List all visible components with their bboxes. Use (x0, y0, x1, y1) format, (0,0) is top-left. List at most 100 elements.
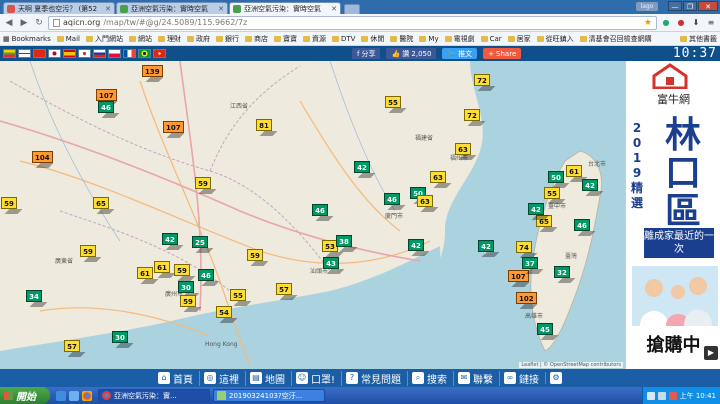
aqi-marker[interactable]: 38 (336, 235, 352, 247)
taskbar-item[interactable]: 20190324103?空汙... (213, 389, 325, 402)
aqi-marker[interactable]: 63 (455, 143, 471, 155)
security-icon[interactable] (668, 391, 677, 400)
flag-fr-icon[interactable] (123, 49, 136, 58)
bookmark-item[interactable]: 寶寶 (273, 34, 297, 44)
flag-jp-icon[interactable] (48, 49, 61, 58)
aqi-marker[interactable]: 55 (230, 289, 246, 301)
ie-icon[interactable] (56, 390, 66, 401)
aqi-marker[interactable]: 63 (430, 171, 446, 183)
aqi-marker[interactable]: 25 (192, 236, 208, 248)
bookmark-item[interactable]: Mail (56, 35, 80, 43)
aqi-marker[interactable]: 34 (26, 290, 42, 302)
nav-map[interactable]: ▤ 地圖 (244, 370, 289, 386)
bookmark-item[interactable]: 銀行 (215, 34, 239, 44)
network-icon[interactable] (646, 391, 655, 400)
nav-faq[interactable]: ? 常見問題 (341, 370, 405, 386)
aqi-marker[interactable]: 42 (528, 203, 544, 215)
nav-here[interactable]: ◎ 這裡 (198, 370, 243, 386)
tab-close-icon[interactable]: ✕ (105, 5, 111, 13)
aqi-marker[interactable]: 139 (142, 65, 163, 77)
profile-chip[interactable]: lago (636, 2, 658, 11)
aqi-marker[interactable]: 72 (464, 109, 480, 121)
aqi-marker[interactable]: 57 (64, 340, 80, 352)
bookmark-item[interactable]: 清基會召回檢查網購 (579, 34, 652, 44)
aqi-marker[interactable]: 61 (154, 261, 170, 273)
aqi-marker[interactable]: 46 (98, 101, 114, 113)
aqi-marker[interactable]: 59 (1, 197, 17, 209)
aqi-marker[interactable]: 43 (323, 257, 339, 269)
aqi-marker[interactable]: 65 (93, 197, 109, 209)
aqi-marker[interactable]: 55 (544, 187, 560, 199)
aqi-marker[interactable]: 42 (408, 239, 424, 251)
aqi-marker[interactable]: 59 (195, 177, 211, 189)
flag-ru-icon[interactable] (93, 49, 106, 58)
bookmark-item[interactable]: 資源 (302, 34, 326, 44)
aqi-marker[interactable]: 102 (516, 292, 537, 304)
bookmark-item[interactable]: 政府 (186, 34, 210, 44)
reload-icon[interactable]: ↻ (33, 17, 45, 29)
aqi-marker[interactable]: 72 (474, 74, 490, 86)
tab-close-icon[interactable]: ✕ (331, 5, 337, 13)
real-estate-ad[interactable]: 富牛網 2 0 1 9 精 選 林 口 區 離成家最近的一次 搶購中 ▶ (625, 61, 720, 369)
nav-search[interactable]: ⌕ 搜索 (407, 370, 451, 386)
flag-gb-icon[interactable] (18, 49, 31, 58)
tab-close-icon[interactable]: ✕ (218, 5, 224, 13)
aqi-marker[interactable]: 46 (312, 204, 328, 216)
restore-button[interactable]: ❐ (683, 1, 697, 11)
taskbar-item[interactable]: 亞洲空氣污染：實... (98, 389, 210, 402)
nav-home[interactable]: ⌂ 首頁 (154, 371, 197, 386)
facebook-share-button[interactable]: f 分享 (352, 48, 381, 59)
aqi-marker[interactable]: 37 (522, 257, 538, 269)
flag-pl-icon[interactable] (108, 49, 121, 58)
aqi-marker[interactable]: 32 (554, 266, 570, 278)
aqi-marker[interactable]: 59 (180, 295, 196, 307)
aqi-marker[interactable]: 46 (574, 219, 590, 231)
aqi-marker[interactable]: 42 (354, 161, 370, 173)
aqi-marker[interactable]: 59 (247, 249, 263, 261)
aqi-marker[interactable]: 42 (478, 240, 494, 252)
other-bookmarks[interactable]: 其他書籤 (680, 34, 717, 44)
tab-1[interactable]: 亞洲空氣污染：實時空氣 ✕ (116, 2, 228, 14)
aqi-marker[interactable]: 30 (178, 281, 194, 293)
bookmark-item[interactable]: 休閒 (361, 34, 384, 44)
bookmark-item[interactable]: 居家 (507, 34, 531, 44)
aqi-marker[interactable]: 59 (174, 264, 190, 276)
aqi-marker[interactable]: 59 (80, 245, 96, 257)
flag-br-icon[interactable] (138, 49, 151, 58)
tweet-button[interactable]: 🐦 推文 (442, 48, 478, 59)
new-tab-button[interactable] (344, 4, 360, 14)
bookmark-item[interactable]: 網站 (128, 34, 152, 44)
volume-icon[interactable] (657, 391, 666, 400)
bookmark-item[interactable]: My (419, 35, 439, 43)
aqi-marker[interactable]: 107 (163, 121, 184, 133)
flag-mm-icon[interactable] (3, 49, 16, 58)
tab-2[interactable]: 亞洲空氣污染：實時空氣 ✕ (229, 2, 341, 14)
bookmark-item[interactable]: 理財 (157, 34, 181, 44)
bookmark-item[interactable]: 醫院 (390, 34, 413, 44)
bookmark-item[interactable]: 電視劇 (444, 34, 475, 44)
aqi-marker[interactable]: 46 (198, 269, 214, 281)
aqi-marker[interactable]: 61 (137, 267, 153, 279)
minimize-button[interactable]: — (668, 1, 682, 11)
aqi-marker[interactable]: 42 (582, 179, 598, 191)
tray-clock[interactable]: 上午 10:41 (680, 391, 716, 401)
share-button[interactable]: + Share (483, 48, 522, 59)
menu-icon[interactable]: ≡ (705, 17, 717, 29)
aqi-marker[interactable]: 54 (216, 306, 232, 318)
desktop-icon[interactable] (69, 390, 79, 401)
bookmark-item[interactable]: 入門網站 (85, 34, 123, 44)
aqi-marker[interactable]: 46 (384, 193, 400, 205)
nav-mask[interactable]: ☺ 口罩! (290, 370, 339, 386)
bookmark-star-icon[interactable]: ★ (644, 18, 652, 28)
aqi-map[interactable]: 福建省 江西省 廣東省 臺灣 Hong Kong 廣州市 廈門市 福州市 台北市… (0, 61, 625, 369)
bookmark-item[interactable]: Car (480, 35, 502, 43)
ad-choices-icon[interactable]: ▶ (704, 346, 718, 360)
aqi-marker[interactable]: 61 (566, 165, 582, 177)
aqi-marker[interactable]: 107 (508, 270, 529, 282)
forward-icon[interactable]: ▶ (18, 17, 30, 29)
aqi-marker[interactable]: 107 (96, 89, 117, 101)
map-attribution[interactable]: Leaflet | © OpenStreetMap contributors (519, 362, 623, 368)
start-button[interactable]: 開始 (0, 387, 50, 404)
extension-icon[interactable]: ● (660, 17, 672, 29)
flag-kr-icon[interactable] (78, 49, 91, 58)
